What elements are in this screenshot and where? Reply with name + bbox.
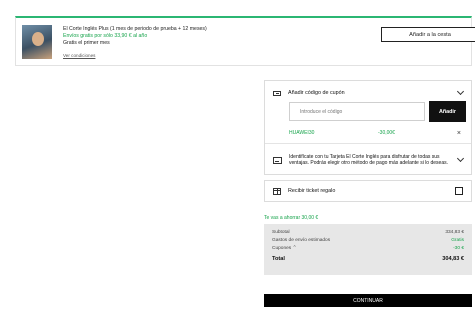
coupon-header[interactable]: Añadir código de cupón	[273, 87, 465, 98]
shipping-row: Gastos de envío estimados Gratis	[272, 237, 464, 245]
applied-coupon-code: HUAWEI30	[289, 130, 315, 136]
gift-ticket-label: Recibir ticket regalo	[288, 188, 336, 194]
total-value: 304,83 €	[442, 256, 464, 262]
coupon-code-input[interactable]	[289, 102, 425, 121]
subtotal-label: Subtotal	[272, 230, 290, 235]
conditions-link[interactable]: Ver condiciones	[63, 52, 207, 59]
coupon-icon	[273, 90, 281, 96]
applied-coupon-amount: -30,00€	[378, 130, 395, 136]
product-image	[22, 25, 52, 59]
promo-shipping-offer: Envíos gratis por sólo 33,90 € al año	[63, 33, 148, 39]
shipping-label: Gastos de envío estimados	[272, 238, 331, 243]
chevron-down-icon[interactable]	[456, 87, 465, 96]
remove-coupon-icon[interactable]: ×	[457, 130, 461, 137]
coupons-label[interactable]: Cupones ⌃	[272, 245, 297, 253]
applied-coupon-row: HUAWEI30 -30,00€ ×	[289, 129, 463, 137]
promo-title: El Corte Inglés Plus (1 mes de periodo d…	[63, 26, 207, 32]
promo-card: El Corte Inglés Plus (1 mes de periodo d…	[15, 16, 475, 66]
store-card-row[interactable]: Identifícate con tu Tarjeta El Corte Ing…	[273, 148, 465, 172]
promo-text: El Corte Inglés Plus (1 mes de periodo d…	[63, 26, 207, 59]
subtotal-row: Subtotal 334,83 €	[272, 229, 464, 237]
credit-card-icon	[273, 156, 282, 164]
subtotal-value: 334,83 €	[445, 230, 464, 235]
gift-icon	[273, 187, 281, 195]
store-card-text: Identifícate con tu Tarjeta El Corte Ing…	[289, 153, 448, 167]
coupons-value: -30 €	[453, 246, 464, 251]
total-row: Total 304,83 €	[272, 256, 464, 262]
gift-ticket-checkbox[interactable]	[455, 187, 463, 195]
coupons-row[interactable]: Cupones ⌃ -30 €	[272, 245, 464, 253]
savings-notice: Te vas a ahorrar 30,00 €	[264, 215, 319, 221]
divider	[265, 143, 471, 144]
gift-ticket-panel: Recibir ticket regalo	[264, 180, 472, 202]
continue-button[interactable]: CONTINUAR	[264, 294, 472, 307]
add-to-cart-button[interactable]: Añadir a la cesta	[381, 27, 475, 42]
apply-coupon-button[interactable]: Añadir	[429, 101, 466, 122]
coupon-panel: Añadir código de cupón Añadir HUAWEI30 -…	[264, 80, 472, 175]
promo-free-month: Gratis el primer mes	[63, 40, 110, 46]
total-label: Total	[272, 256, 285, 262]
chevron-down-icon[interactable]	[456, 154, 465, 163]
order-summary: Subtotal 334,83 € Gastos de envío estima…	[264, 224, 472, 275]
coupon-heading: Añadir código de cupón	[288, 90, 345, 96]
shipping-value: Gratis	[451, 238, 464, 243]
